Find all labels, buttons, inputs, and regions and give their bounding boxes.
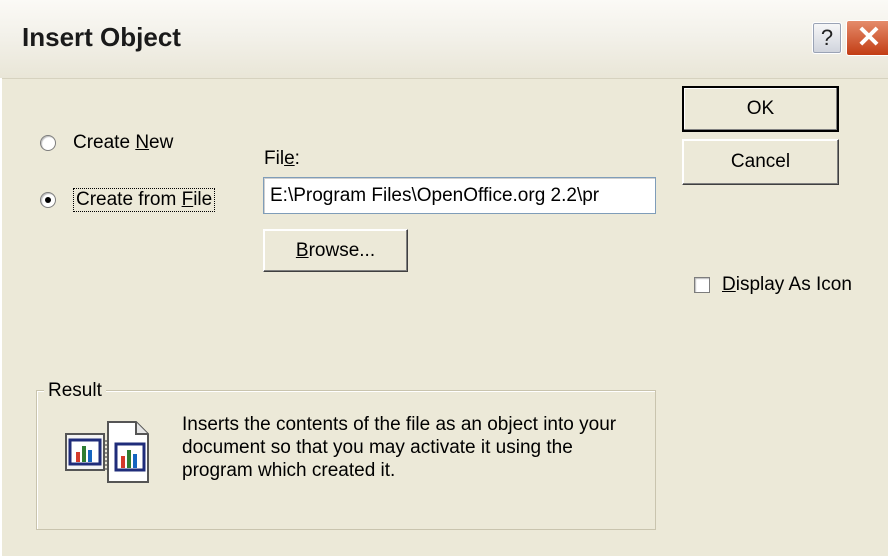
help-button[interactable]: ? (812, 22, 842, 54)
browse-label: Browse... (295, 239, 376, 261)
file-label: File: (264, 148, 300, 169)
insert-object-file-icon (65, 421, 149, 483)
result-description: Inserts the contents of the file as an o… (182, 414, 617, 481)
help-icon: ? (820, 25, 834, 50)
display-as-icon-checkbox[interactable]: Display As Icon (694, 274, 852, 296)
checkbox-icon[interactable] (694, 277, 710, 293)
radio-circle-icon[interactable] (40, 135, 56, 151)
insert-object-dialog: Insert Object ? ✕ Create New Create from… (0, 0, 888, 556)
create-from-file-radio[interactable]: Create from File (40, 188, 216, 212)
cancel-button[interactable]: Cancel (682, 139, 839, 185)
cancel-label: Cancel (730, 151, 791, 172)
file-path-input[interactable] (263, 177, 656, 214)
window-edge (0, 78, 2, 556)
ok-button[interactable]: OK (682, 86, 839, 132)
create-new-radio[interactable]: Create New (40, 132, 173, 154)
browse-button[interactable]: Browse... (263, 229, 408, 272)
dialog-title: Insert Object (22, 22, 181, 52)
radio-checked-icon[interactable] (40, 192, 56, 208)
close-button[interactable]: ✕ (846, 20, 888, 56)
title-bar[interactable]: Insert Object ? ✕ (0, 0, 888, 79)
ok-label: OK (746, 98, 775, 119)
close-icon: ✕ (856, 21, 882, 54)
create-from-file-label[interactable]: Create from File (73, 188, 216, 212)
result-title: Result (44, 380, 106, 402)
create-new-label[interactable]: Create New (73, 132, 173, 154)
display-as-icon-label[interactable]: Display As Icon (722, 274, 852, 296)
